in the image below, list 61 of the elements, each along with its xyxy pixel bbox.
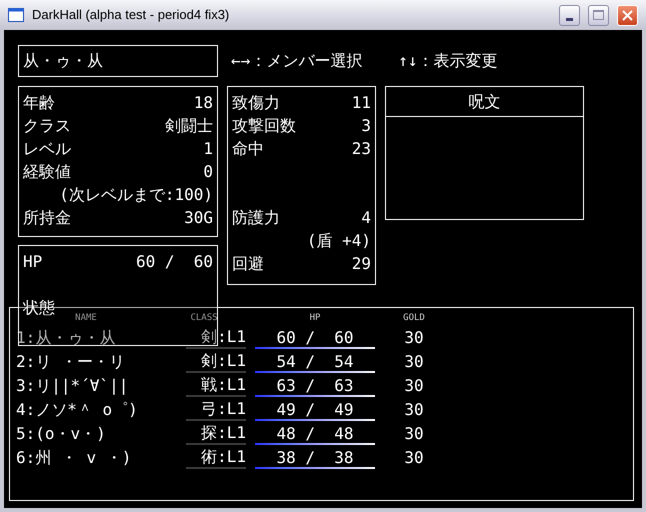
member-name: 4:ノソ*＾ o゜): [15, 399, 139, 421]
hp-value: 49 / 49: [276, 400, 354, 418]
stat-value: 29: [352, 253, 371, 275]
column-header: HP: [310, 313, 320, 324]
member-name: 6:州 ・ v ・): [15, 447, 132, 469]
stat-value: 0: [203, 161, 213, 183]
stat-note: (盾 +4): [306, 230, 371, 252]
stat-label: 防護力: [232, 207, 280, 229]
stat-value: 11: [352, 92, 371, 114]
hp-value: 60 / 60: [276, 328, 354, 346]
column-header: NAME: [75, 313, 97, 324]
class-level: 戦:L1: [186, 375, 246, 397]
stat-note: (次レベルまで:100): [59, 184, 213, 206]
close-button[interactable]: [617, 4, 638, 26]
stat-label: 年齢: [23, 92, 55, 114]
hint-text: ←→：メンバー選択: [231, 50, 362, 72]
hp-value: 60 / 60: [136, 251, 213, 273]
stat-value: 30G: [184, 207, 213, 229]
close-icon: [622, 10, 633, 20]
stat-value: 1: [203, 138, 213, 160]
money-amount: 30: [403, 351, 425, 373]
stat-label: 回避: [232, 253, 264, 275]
stat-label: レベル: [23, 138, 71, 160]
class-level: 剣:L1: [186, 327, 246, 349]
stat-value: 3: [361, 115, 371, 137]
stat-label: 命中: [232, 138, 264, 160]
class-level: 探:L1: [186, 423, 246, 445]
stat-value: 剣闘士: [165, 115, 213, 137]
class-level: 弓:L1: [186, 399, 246, 421]
stat-value: 18: [194, 92, 213, 114]
hp-value: 63 / 63: [276, 376, 354, 394]
hp-value: 54 / 54: [276, 352, 354, 370]
stat-label: クラス: [23, 115, 71, 137]
stat-label: 攻撃回数: [232, 115, 296, 137]
spell-title: 呪文: [386, 87, 583, 117]
member-name: 5:(o・v・): [15, 423, 107, 445]
window-icon: [8, 8, 24, 22]
stat-label: 致傷力: [232, 92, 280, 114]
money-amount: 30: [403, 327, 425, 349]
member-name: 从・ゥ・从: [18, 45, 218, 77]
money-amount: 30: [403, 423, 425, 445]
column-header: CLASS: [190, 313, 218, 324]
stat-value: 23: [352, 138, 371, 160]
hp-value: 48 / 48: [276, 424, 354, 442]
stat-label: 経験値: [23, 161, 71, 183]
money-amount: 30: [403, 375, 425, 397]
money-amount: 30: [403, 399, 425, 421]
member-name: 2:リ ・ー・リ: [15, 351, 126, 373]
hp-label: HP: [23, 251, 42, 273]
window-title: DarkHall (alpha test - period4 fix3): [32, 6, 230, 24]
stat-label: 所持金: [23, 207, 71, 229]
hint-text: ↑↓：表示変更: [398, 50, 498, 72]
stat-value: 4: [361, 207, 371, 229]
maximize-button[interactable]: [588, 4, 609, 26]
money-amount: 30: [403, 447, 425, 469]
class-level: 術:L1: [186, 447, 246, 469]
minimize-button[interactable]: [559, 4, 580, 26]
hp-value: 38 / 38: [276, 448, 354, 466]
class-level: 剣:L1: [186, 351, 246, 373]
member-name: 3:リ||*´∀`||: [15, 375, 130, 397]
column-header: GOLD: [403, 313, 425, 324]
